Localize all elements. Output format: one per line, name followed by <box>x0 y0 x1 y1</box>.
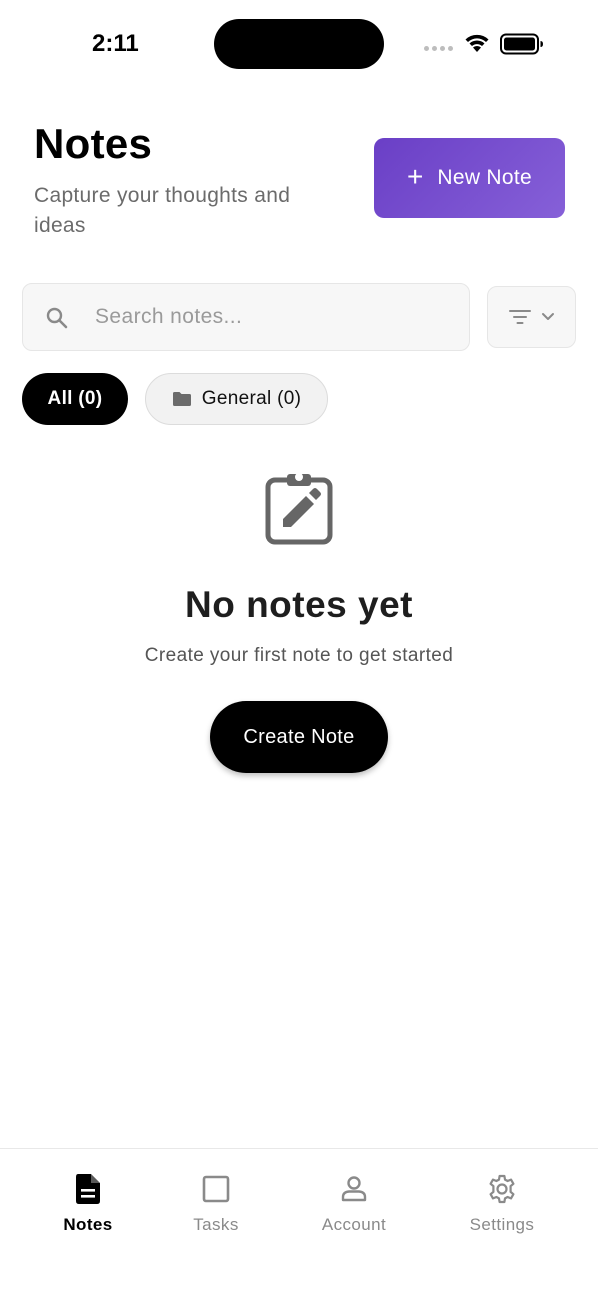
new-note-button[interactable]: + New Note <box>374 138 565 218</box>
nav-label-settings: Settings <box>469 1215 535 1234</box>
square-icon <box>202 1175 230 1203</box>
empty-state-subtitle: Create your first note to get started <box>144 645 454 666</box>
chip-label: General (0) <box>201 388 302 409</box>
tab-account[interactable]: Account <box>309 1171 399 1235</box>
search-input[interactable] <box>95 284 455 350</box>
create-note-button[interactable]: Create Note <box>210 701 388 773</box>
dynamic-island <box>214 19 384 69</box>
clipboard-edit-icon <box>265 473 333 545</box>
document-icon <box>76 1174 100 1204</box>
plus-icon: + <box>407 160 424 192</box>
chip-label: All (0) <box>47 388 103 409</box>
folder-icon <box>172 392 191 406</box>
search-box[interactable] <box>22 283 470 351</box>
tab-settings[interactable]: Settings <box>456 1171 548 1235</box>
status-bar: 2:11 <box>0 0 598 90</box>
person-icon <box>341 1176 367 1202</box>
battery-icon <box>500 33 543 55</box>
new-note-label: New Note <box>437 166 532 189</box>
tab-tasks[interactable]: Tasks <box>176 1171 256 1235</box>
filter-sort-button[interactable] <box>487 286 576 348</box>
empty-state-title: No notes yet <box>184 584 414 625</box>
nav-label-notes: Notes <box>63 1215 113 1234</box>
cellular-signal-icon <box>424 46 453 51</box>
chevron-down-icon <box>541 313 554 320</box>
filter-icon <box>508 310 531 324</box>
filter-chip-general[interactable]: General (0) <box>145 373 328 425</box>
gear-icon <box>489 1174 515 1204</box>
search-icon <box>46 307 68 329</box>
status-time: 2:11 <box>92 30 139 57</box>
filter-chip-all[interactable]: All (0) <box>22 373 128 425</box>
wifi-icon <box>465 34 489 52</box>
nav-label-tasks: Tasks <box>193 1215 239 1234</box>
page-title: Notes <box>34 120 153 167</box>
tab-notes[interactable]: Notes <box>48 1171 128 1235</box>
nav-label-account: Account <box>321 1215 387 1234</box>
page-subtitle: Capture your thoughts and ideas <box>34 184 291 237</box>
bottom-nav: Notes Tasks Account Settings <box>0 1148 598 1300</box>
